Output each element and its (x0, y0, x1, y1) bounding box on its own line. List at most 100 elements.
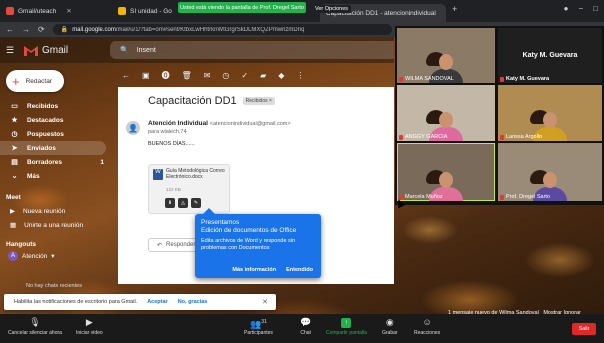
browser-tab[interactable]: SI unidad - Go (112, 2, 172, 20)
menu-icon[interactable]: ☰ (0, 45, 20, 56)
reactions-icon: ☺ (422, 317, 432, 327)
minimize-icon[interactable]: − (578, 4, 583, 13)
accept-button[interactable]: Aceptar (147, 299, 167, 305)
participant-name-large: Katy M. Guevara (522, 52, 578, 59)
sidebar-item-label: Pospuestos (27, 130, 64, 138)
record-button[interactable]: ◉ Grabar (382, 316, 398, 336)
zoom-gallery: WILMA SANDOVAL Katy M. Guevara Katy M. G… (395, 26, 604, 205)
drive-save-icon[interactable]: ◬ (178, 198, 188, 208)
reactions-button[interactable]: ☺ Reacciones (414, 316, 440, 336)
attachment-card[interactable]: W Guía Metodológica Correo Electrónico.d… (148, 164, 230, 214)
sidebar-item-label: Borradores (27, 158, 63, 166)
lock-icon: 🔒 (60, 27, 69, 33)
search-bar[interactable]: 🔍 Insent (110, 41, 394, 59)
meet-section-title: Meet (6, 194, 21, 201)
profile-icon[interactable]: ● (564, 4, 569, 13)
sender-name: Atención Individual (148, 120, 208, 127)
window-controls: ● − □ (564, 4, 598, 13)
participant-tile[interactable]: ANGGY GARCIA (397, 85, 495, 141)
sidebar-item-label: Destacados (27, 116, 64, 124)
compose-label: Redactar (25, 77, 52, 85)
muted-mic-icon (399, 134, 403, 140)
attachment-name: Guía Metodológica Correo Electrónico.doc… (166, 168, 225, 180)
tab-label: SI unidad - Go (130, 7, 172, 15)
participant-name: Katy M. Guevara (506, 76, 550, 82)
more-info-button[interactable]: Más información (232, 267, 276, 273)
maximize-icon[interactable]: □ (593, 4, 598, 13)
chevron-down-icon: ▾ (51, 253, 55, 260)
label-chip[interactable]: Recibidos × (242, 97, 275, 105)
participant-tile[interactable]: WILMA SANDOVAL (397, 28, 495, 83)
desktop-notification-bar: Habilita las notificaciones de escritori… (4, 294, 276, 310)
got-it-button[interactable]: Entendido (286, 267, 313, 273)
meet-join-meeting[interactable]: ▦ Unirte a una reunión (10, 221, 84, 230)
label-icon[interactable]: ◆ (278, 71, 284, 80)
no-chats-text: No hay chats recientes (26, 283, 82, 289)
share-screen-button[interactable]: ↑ Compartir pantalla (326, 316, 367, 336)
download-icon[interactable]: ⬇ (165, 198, 175, 208)
muted-mic-icon (500, 76, 504, 82)
view-options-button[interactable]: Ver Opciones (312, 5, 352, 13)
toolbar-label: Cancelar silenciar ahora (8, 330, 62, 336)
sidebar-item-borradores[interactable]: ▤ Borradores 1 (0, 155, 110, 169)
reload-icon[interactable]: ⟳ (38, 25, 45, 34)
add-task-icon[interactable]: ✓ (241, 71, 248, 80)
gmail-logo-text: Gmail (42, 44, 69, 56)
sidebar-item-mas[interactable]: ⌄ Más (0, 169, 110, 183)
toolbar-label: Participantes (244, 330, 273, 336)
participant-tile[interactable]: Katy M. Guevara Katy M. Guevara (498, 28, 602, 83)
archive-icon[interactable]: ▣ (142, 71, 150, 80)
mark-unread-icon[interactable]: ✉ (204, 71, 211, 80)
edit-pencil-icon[interactable]: ✎ (191, 198, 201, 208)
sidebar-item-recibidos[interactable]: ▭ Recibidos (0, 99, 110, 113)
start-video-button[interactable]: ▶ Iniciar video (76, 316, 103, 336)
gmail-header: ☰ Gmail 🔍 Insent (0, 37, 394, 63)
meet-new-meeting[interactable]: ▶ Nueva reunión (10, 207, 65, 216)
hangouts-user[interactable]: A Atención ▾ (8, 251, 55, 261)
sidebar-item-pospuestos[interactable]: ◷ Pospuestos (0, 127, 110, 141)
avatar: 👤 (126, 121, 140, 135)
leave-button[interactable]: Salir (572, 323, 596, 335)
unmute-button[interactable]: 🎙 Cancelar silenciar ahora (8, 316, 62, 336)
new-tab-icon[interactable]: + (452, 4, 457, 14)
recipient[interactable]: para wlalech.74 (148, 129, 187, 135)
participant-tile-active-speaker[interactable]: Marcela Muñoz (397, 143, 495, 201)
participants-count: 31 (261, 319, 267, 325)
browser-tab[interactable]: Gmail/uteach ✕ (0, 2, 112, 20)
more-vert-icon[interactable]: ⋮ (296, 71, 304, 80)
participant-tile[interactable]: Larissa Argollo (498, 85, 602, 141)
chat-button[interactable]: 💬 Chat (300, 316, 311, 336)
snooze-icon[interactable]: ◷ (222, 71, 229, 80)
participants-button[interactable]: 👥31 Participantes (244, 316, 273, 336)
attachment-actions: ⬇ ◬ ✎ (165, 198, 201, 208)
decline-button[interactable]: No, gracias (178, 299, 208, 305)
gmail-logo[interactable]: Gmail (24, 45, 68, 56)
participant-name: Prof. Dregel Sarto (506, 194, 551, 200)
delete-icon[interactable]: 🗑 (182, 71, 192, 80)
email-toolbar: ← ▣ ⓿ 🗑 ✉ ◷ ✓ ▰ ◆ ⋮ (118, 65, 394, 85)
forward-icon[interactable]: → (22, 25, 30, 34)
zoom-toolbar: 🎙 Cancelar silenciar ahora ▶ Iniciar vid… (0, 314, 604, 343)
close-icon[interactable]: ✕ (66, 7, 71, 15)
meet-item-label: Unirte a una reunión (24, 221, 84, 229)
share-icon: ↑ (341, 318, 352, 328)
muted-mic-icon (500, 134, 504, 140)
search-input[interactable]: Insent (137, 47, 156, 54)
compose-button[interactable]: + Redactar (6, 70, 64, 92)
report-spam-icon[interactable]: ⓿ (162, 70, 170, 81)
move-to-icon[interactable]: ▰ (260, 71, 266, 80)
notification-text: Habilita las notificaciones de escritori… (14, 299, 138, 305)
sidebar-item-label: Enviados (27, 144, 56, 152)
sidebar-item-destacados[interactable]: ★ Destacados (0, 113, 110, 127)
search-icon[interactable]: 🔍 (120, 46, 129, 54)
back-icon[interactable]: ← (6, 25, 14, 34)
participant-label: WILMA SANDOVAL (399, 76, 454, 82)
participant-tile[interactable]: Prof. Dregel Sarto (498, 143, 602, 201)
word-doc-icon: W (153, 169, 163, 180)
sidebar-item-enviados[interactable]: ➤ Enviados (0, 141, 106, 155)
url-field[interactable]: 🔒 mail.google.com /mail/u/1/?tab=om#sent… (52, 24, 392, 35)
back-arrow-icon[interactable]: ← (122, 71, 130, 80)
tab-label: Gmail/uteach (18, 7, 57, 15)
close-icon[interactable]: ✕ (262, 298, 268, 306)
clock-icon: ◷ (11, 131, 18, 138)
